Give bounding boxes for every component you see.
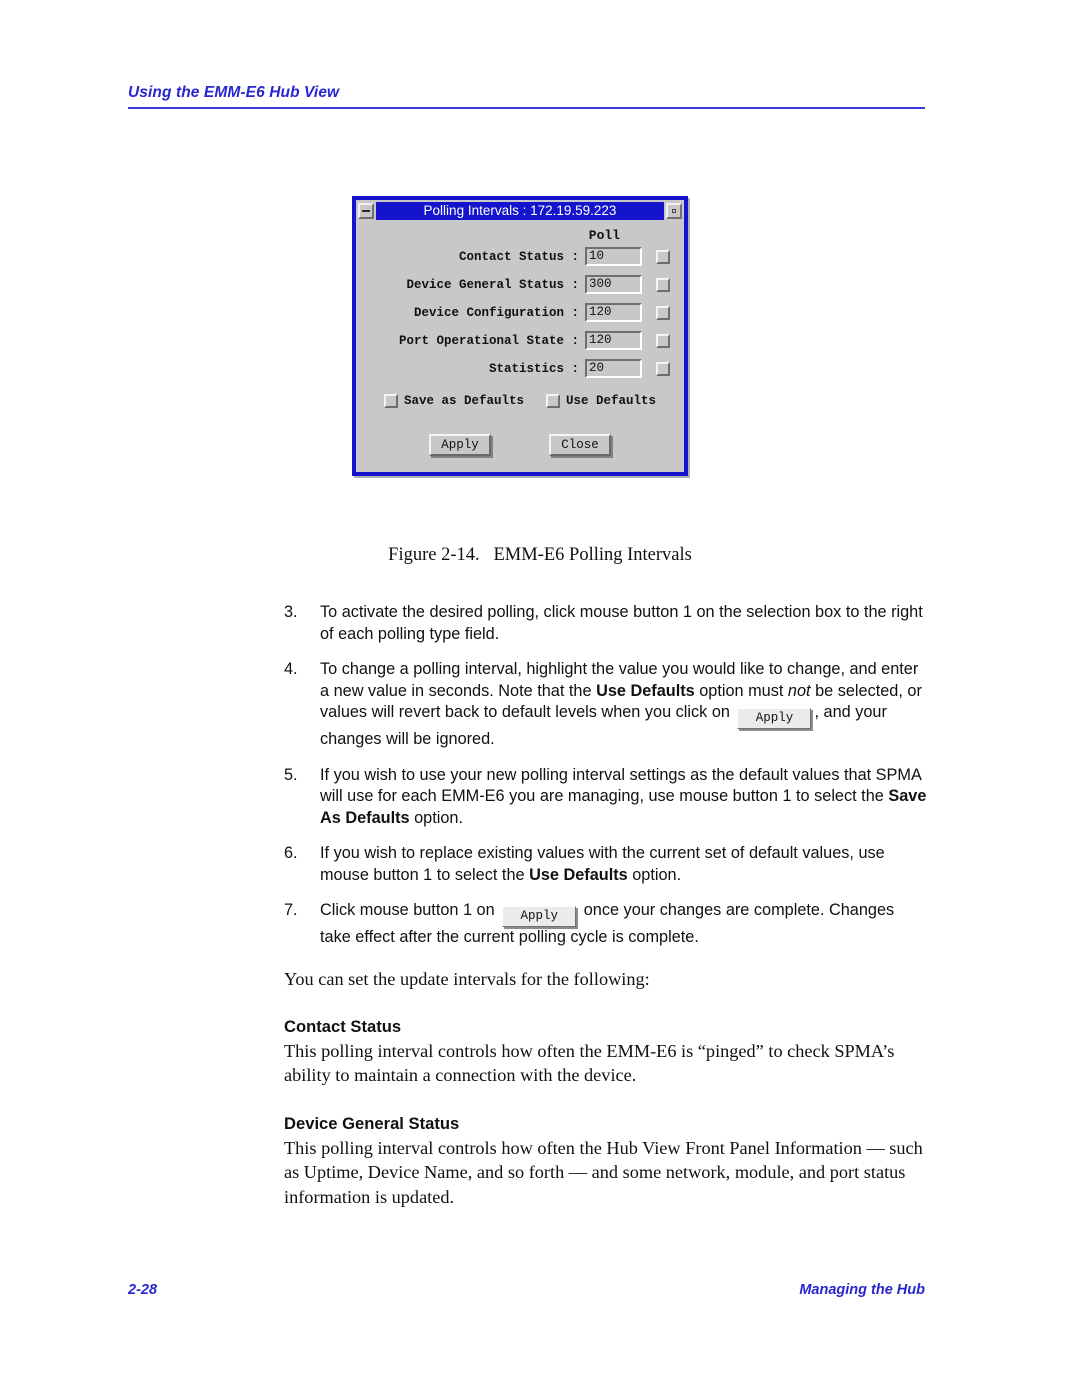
- field-label: Contact Status :: [458, 249, 579, 264]
- dialog-button-row: Apply Close: [370, 434, 670, 456]
- step-number: 4.: [284, 660, 298, 678]
- defaults-options-row: Save as Defaults Use Defaults: [370, 394, 670, 408]
- apply-button[interactable]: Apply: [429, 434, 491, 456]
- step-emphasis-bold: Use Defaults: [529, 865, 628, 884]
- step-text: option.: [409, 808, 463, 827]
- field-label: Device Configuration :: [413, 305, 579, 320]
- list-item: 6. If you wish to replace existing value…: [284, 843, 928, 886]
- list-item: 5. If you wish to use your new polling i…: [284, 765, 928, 830]
- dialog-titlebar: Polling Intervals : 172.19.59.223: [356, 200, 684, 222]
- close-button[interactable]: Close: [549, 434, 611, 456]
- page-footer: 2-28 Managing the Hub: [128, 1282, 925, 1298]
- footer-section-title: Managing the Hub: [799, 1282, 925, 1298]
- statistics-input[interactable]: 20: [585, 359, 642, 378]
- poll-checkbox-contact-status[interactable]: [656, 249, 670, 264]
- poll-checkbox-statistics[interactable]: [656, 361, 670, 376]
- contact-status-input[interactable]: 10: [585, 247, 642, 266]
- section-body-device-general-status: This polling interval controls how often…: [284, 1137, 923, 1207]
- lead-paragraph: You can set the update intervals for the…: [284, 968, 650, 989]
- polling-intervals-dialog: Polling Intervals : 172.19.59.223 Poll C…: [352, 196, 688, 476]
- maximize-icon[interactable]: [666, 203, 682, 219]
- procedure-step-list: 3. To activate the desired polling, clic…: [284, 602, 928, 949]
- running-header-title: Using the EMM-E6 Hub View: [128, 84, 340, 101]
- step-number: 6.: [284, 844, 298, 862]
- header-divider-rule: [128, 107, 925, 109]
- save-as-defaults-checkbox[interactable]: [383, 394, 398, 408]
- step-number: 3.: [284, 603, 298, 621]
- save-as-defaults-option[interactable]: Save as Defaults: [383, 394, 524, 408]
- step-text: option must: [694, 681, 788, 700]
- use-defaults-checkbox[interactable]: [546, 394, 560, 408]
- field-row-device-configuration: Device Configuration : 120: [370, 303, 670, 322]
- field-label: Port Operational State :: [398, 333, 579, 348]
- inline-apply-button[interactable]: Apply: [737, 708, 812, 729]
- section-body-contact-status: This polling interval controls how often…: [284, 1040, 895, 1086]
- list-item: 3. To activate the desired polling, clic…: [284, 602, 928, 645]
- page-content: 3. To activate the desired polling, clic…: [284, 602, 928, 1209]
- field-row-device-general-status: Device General Status : 300: [370, 275, 670, 294]
- step-emphasis-bold: Use Defaults: [596, 681, 695, 700]
- step-emphasis-italic: not: [787, 681, 811, 700]
- field-row-port-operational-state: Port Operational State : 120: [370, 331, 670, 350]
- figure-caption-text: EMM-E6 Polling Intervals: [493, 545, 692, 565]
- page-header: Using the EMM-E6 Hub View: [128, 84, 925, 109]
- step-text: option.: [627, 865, 682, 884]
- field-label: Statistics :: [488, 361, 579, 376]
- use-defaults-label: Use Defaults: [566, 394, 657, 408]
- figure-caption-number: Figure 2-14.: [388, 545, 480, 565]
- section-heading-contact-status: Contact Status: [284, 1016, 402, 1036]
- field-row-statistics: Statistics : 20: [370, 359, 670, 378]
- poll-checkbox-port-operational-state[interactable]: [656, 333, 670, 348]
- figure-caption: Figure 2-14. EMM-E6 Polling Intervals: [0, 545, 1080, 566]
- step-number: 5.: [284, 765, 298, 784]
- poll-checkbox-device-general-status[interactable]: [656, 277, 670, 292]
- list-item: 7. Click mouse button 1 on Apply once yo…: [284, 900, 928, 949]
- minimize-icon[interactable]: [358, 203, 374, 219]
- poll-column-header: Poll: [588, 228, 620, 243]
- dialog-body: Poll Contact Status : 10 Device General …: [356, 222, 684, 472]
- step-text: If you wish to use your new polling inte…: [320, 765, 921, 806]
- device-configuration-input[interactable]: 120: [585, 303, 642, 322]
- step-text: To activate the desired polling, click m…: [320, 603, 923, 643]
- save-as-defaults-label: Save as Defaults: [403, 394, 524, 408]
- poll-checkbox-device-configuration[interactable]: [656, 305, 670, 320]
- use-defaults-option[interactable]: Use Defaults: [546, 394, 656, 408]
- step-number: 7.: [284, 901, 298, 919]
- device-general-status-input[interactable]: 300: [585, 275, 642, 294]
- field-label: Device General Status :: [406, 277, 579, 292]
- port-operational-state-input[interactable]: 120: [585, 331, 642, 350]
- inline-apply-button[interactable]: Apply: [502, 906, 577, 927]
- section-heading-device-general-status: Device General Status: [284, 1113, 460, 1133]
- footer-page-number: 2-28: [128, 1282, 158, 1298]
- field-row-contact-status: Contact Status : 10: [370, 247, 670, 266]
- dialog-title: Polling Intervals : 172.19.59.223: [376, 202, 664, 220]
- step-text: Click mouse button 1 on: [320, 901, 500, 919]
- list-item: 4. To change a polling interval, highlig…: [284, 659, 928, 751]
